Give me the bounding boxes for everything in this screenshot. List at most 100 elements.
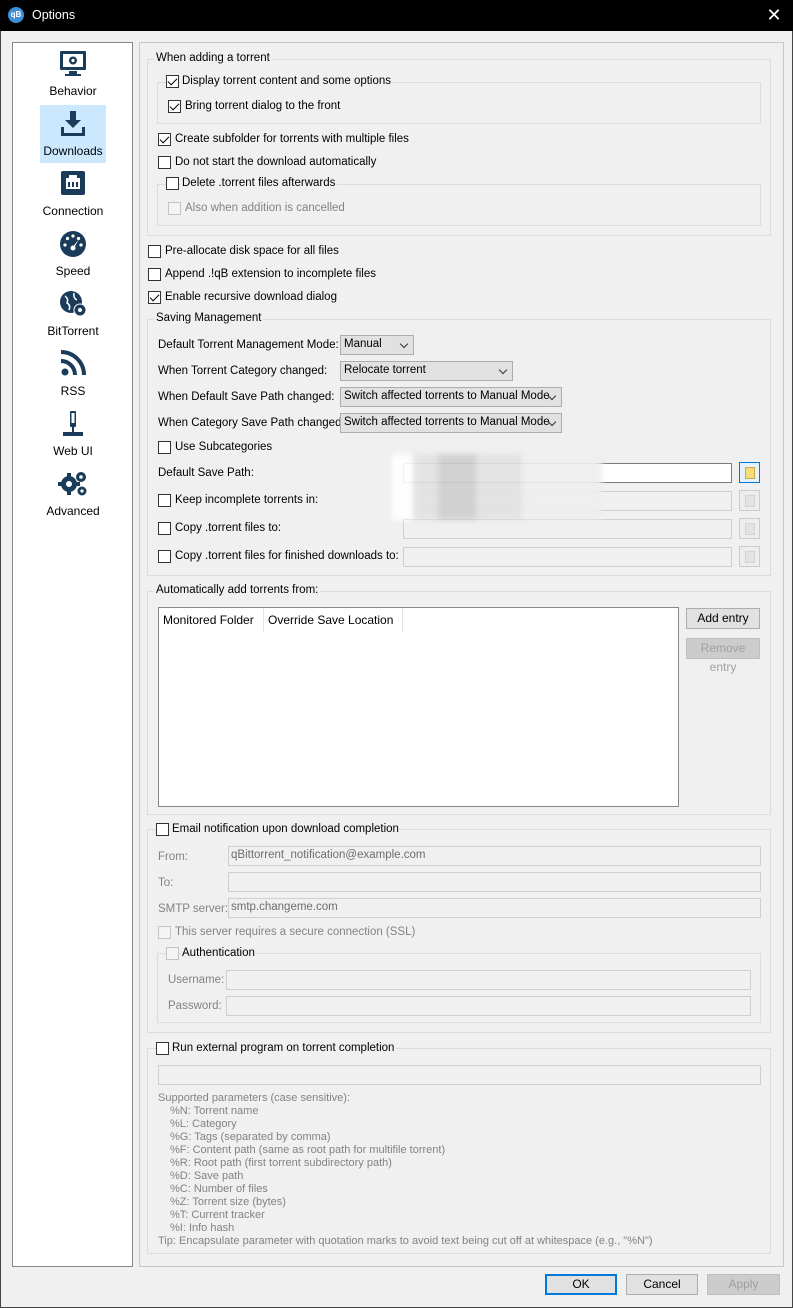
external-program-checkbox[interactable] xyxy=(156,1042,169,1055)
smtp-input[interactable]: smtp.changeme.com xyxy=(228,898,761,918)
bring-front-label: Bring torrent dialog to the front xyxy=(185,100,341,112)
parameter-line: %L: Category xyxy=(170,1118,237,1130)
sidebar-item-label: Speed xyxy=(55,264,91,278)
keep-incomplete-browse-button[interactable] xyxy=(739,490,760,511)
sidebar-item-advanced[interactable]: Advanced xyxy=(40,465,106,523)
column-header-monitored-folder[interactable]: Monitored Folder xyxy=(159,608,264,632)
parameter-line: %T: Current tracker xyxy=(170,1209,265,1221)
parameter-line: %I: Info hash xyxy=(170,1222,235,1234)
recursive-checkbox[interactable] xyxy=(148,291,161,304)
monitor-gear-icon xyxy=(60,51,86,76)
parameter-line: %D: Save path xyxy=(170,1170,244,1182)
globe-gear-icon xyxy=(60,291,87,317)
window-title: Options xyxy=(32,8,76,22)
folder-icon xyxy=(745,495,755,507)
display-content-checkbox[interactable] xyxy=(166,75,179,88)
sidebar-item-downloads[interactable]: Downloads xyxy=(40,105,106,163)
category-changed-label: When Torrent Category changed: xyxy=(158,365,328,377)
copy-finished-checkbox[interactable] xyxy=(158,550,171,563)
bring-front-checkbox[interactable] xyxy=(168,100,181,113)
default-save-path-label: Default Save Path: xyxy=(158,467,254,479)
also-cancelled-label: Also when addition is cancelled xyxy=(185,202,345,214)
mode-select-value: Manual xyxy=(344,338,382,350)
auto-add-title: Automatically add torrents from: xyxy=(154,584,321,596)
default-path-changed-value: Switch affected torrents to Manual Mode xyxy=(344,390,550,402)
mode-label: Default Torrent Management Mode: xyxy=(158,339,339,351)
ok-button[interactable]: OK xyxy=(545,1274,617,1295)
copy-finished-input[interactable] xyxy=(403,547,732,567)
add-entry-button[interactable]: Add entry xyxy=(686,608,760,629)
delete-torrent-checkbox[interactable] xyxy=(166,177,179,190)
from-input[interactable]: qBittorrent_notification@example.com xyxy=(228,846,761,866)
category-path-changed-label: When Category Save Path changed: xyxy=(158,417,345,429)
password-input[interactable] xyxy=(226,996,751,1016)
network-port-icon xyxy=(61,171,85,195)
monitored-folders-table[interactable]: Monitored Folder Override Save Location xyxy=(158,607,679,807)
preallocate-checkbox[interactable] xyxy=(148,245,161,258)
qbittorrent-logo-icon: qB xyxy=(8,7,24,23)
sidebar-item-label: Web UI xyxy=(53,444,93,458)
folder-icon xyxy=(745,523,755,535)
copy-finished-browse-button[interactable] xyxy=(739,546,760,567)
keep-incomplete-label: Keep incomplete torrents in: xyxy=(175,494,319,506)
keep-incomplete-checkbox[interactable] xyxy=(158,494,171,507)
sidebar-item-speed[interactable]: Speed xyxy=(40,225,106,283)
append-ext-label: Append .!qB extension to incomplete file… xyxy=(165,268,376,280)
sidebar-item-behavior[interactable]: Behavior xyxy=(40,45,106,103)
apply-button[interactable]: Apply xyxy=(707,1274,780,1295)
copy-torrent-browse-button[interactable] xyxy=(739,518,760,539)
append-ext-checkbox[interactable] xyxy=(148,268,161,281)
mode-select[interactable]: Manual xyxy=(340,335,414,355)
sidebar-item-connection[interactable]: Connection xyxy=(40,165,106,223)
parameter-line: %R: Root path (first torrent subdirector… xyxy=(170,1157,392,1169)
sidebar-item-label: Downloads xyxy=(43,144,103,158)
to-input[interactable] xyxy=(228,872,761,892)
chevron-down-icon xyxy=(498,365,508,375)
preallocate-label: Pre-allocate disk space for all files xyxy=(165,245,339,257)
default-path-changed-select[interactable]: Switch affected torrents to Manual Mode xyxy=(340,387,562,407)
username-input[interactable] xyxy=(226,970,751,990)
remove-entry-button[interactable]: Remove entry xyxy=(686,638,760,674)
category-path-changed-select[interactable]: Switch affected torrents to Manual Mode xyxy=(340,413,562,433)
password-label: Password: xyxy=(168,1000,222,1012)
close-icon[interactable]: ✕ xyxy=(763,4,785,26)
copy-torrent-input[interactable] xyxy=(403,519,732,539)
supported-parameters-help: Supported parameters (case sensitive): %… xyxy=(158,1092,653,1248)
parameter-line: %N: Torrent name xyxy=(170,1105,259,1117)
title-bar: qB Options ✕ xyxy=(0,0,793,31)
saving-management-title: Saving Management xyxy=(154,312,264,324)
external-program-input[interactable] xyxy=(158,1065,761,1085)
cancel-button[interactable]: Cancel xyxy=(626,1274,698,1295)
email-notification-checkbox[interactable] xyxy=(156,823,169,836)
sidebar-item-rss[interactable]: RSS xyxy=(40,345,106,403)
create-subfolder-label: Create subfolder for torrents with multi… xyxy=(175,133,409,145)
also-cancelled-checkbox[interactable] xyxy=(168,202,181,215)
rss-feed-icon xyxy=(60,350,86,376)
parameter-line: %C: Number of files xyxy=(170,1183,268,1195)
parameter-line: %F: Content path (same as root path for … xyxy=(170,1144,446,1156)
to-label: To: xyxy=(158,877,174,889)
sidebar-item-label: Connection xyxy=(42,204,104,218)
column-header-override-save-location[interactable]: Override Save Location xyxy=(264,608,403,632)
category-path-changed-value: Switch affected torrents to Manual Mode xyxy=(344,416,550,428)
category-sidebar: Behavior Downloads Connection Speed BitT… xyxy=(12,42,133,1267)
default-path-changed-label: When Default Save Path changed: xyxy=(158,391,335,403)
category-changed-select[interactable]: Relocate torrent xyxy=(340,361,513,381)
sidebar-item-label: BitTorrent xyxy=(47,324,99,338)
default-save-path-browse-button[interactable] xyxy=(739,462,760,483)
do-not-start-checkbox[interactable] xyxy=(158,156,171,169)
encapsulate-tip: Tip: Encapsulate parameter with quotatio… xyxy=(158,1235,653,1247)
copy-torrent-checkbox[interactable] xyxy=(158,522,171,535)
sidebar-item-bittorrent[interactable]: BitTorrent xyxy=(40,285,106,343)
network-plug-icon xyxy=(63,411,83,436)
use-subcategories-checkbox[interactable] xyxy=(158,441,171,454)
authentication-checkbox[interactable] xyxy=(166,947,179,960)
adding-torrent-group-title: When adding a torrent xyxy=(154,52,272,64)
parameter-line: %G: Tags (separated by comma) xyxy=(170,1131,331,1143)
external-program-label: Run external program on torrent completi… xyxy=(170,1042,397,1054)
ssl-checkbox[interactable] xyxy=(158,926,171,939)
create-subfolder-checkbox[interactable] xyxy=(158,133,171,146)
sidebar-item-label: Advanced xyxy=(46,504,100,518)
sidebar-item-web-ui[interactable]: Web UI xyxy=(40,405,106,463)
gears-icon xyxy=(58,472,87,496)
